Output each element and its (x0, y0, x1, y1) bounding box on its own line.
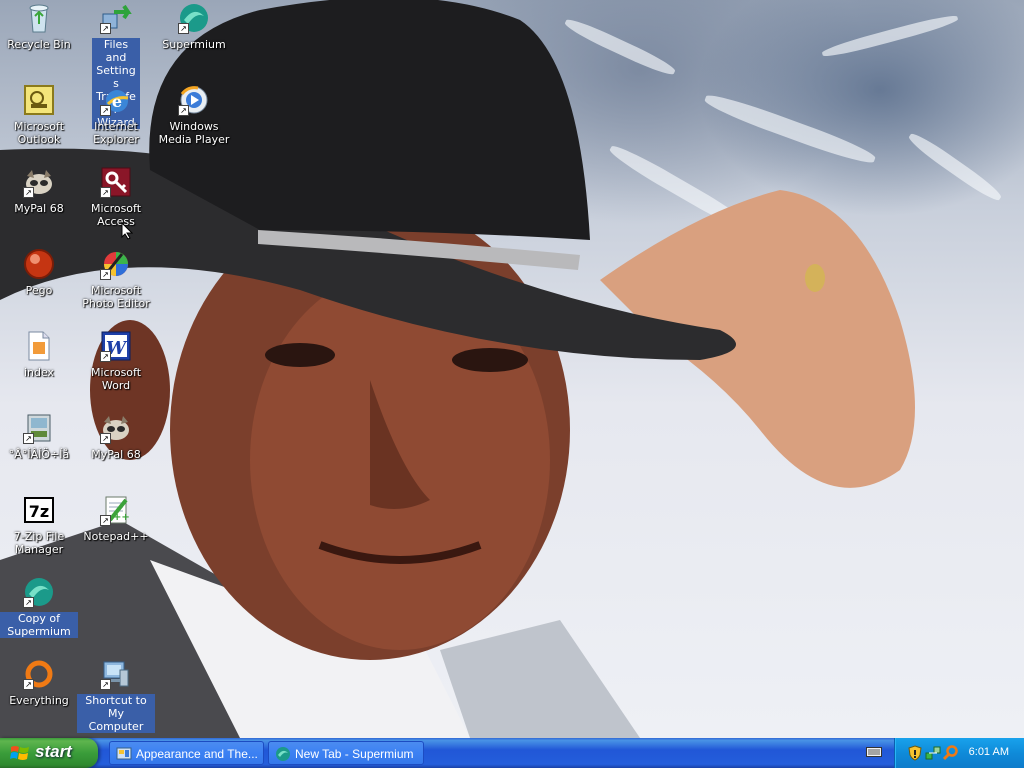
shortcut-arrow-icon: ↗ (100, 23, 111, 34)
system-tray: 6:01 AM (894, 738, 1024, 768)
outlook-icon (23, 84, 55, 116)
copy-of-supermium-shortcut[interactable]: ↗ Copy of Supermium (0, 576, 78, 638)
supermium-label: Supermium (162, 38, 226, 51)
mypal-label-2: MyPal 68 (91, 448, 141, 461)
search-icon[interactable] (943, 745, 959, 761)
security-shield-icon[interactable] (907, 745, 923, 761)
everything-search-icon: ↗ (23, 658, 55, 690)
pego-icon (23, 248, 55, 280)
shortcut-arrow-icon: ↗ (100, 515, 111, 526)
internet-explorer-icon: e ↗ (100, 84, 132, 116)
outlook-label: Microsoft Outlook (13, 120, 65, 146)
svg-text:e: e (112, 92, 122, 111)
photo-editor-label: Microsoft Photo Editor (82, 284, 150, 310)
my-computer-icon: ↗ (100, 658, 132, 690)
internet-explorer-shortcut[interactable]: e ↗ Internet Explorer (77, 84, 155, 146)
word-icon: W ↗ (100, 330, 132, 362)
svg-text:++: ++ (113, 512, 130, 523)
clock[interactable]: 6:01 AM (969, 746, 1009, 758)
supermium-icon: ↗ (23, 576, 55, 608)
supermium-icon (276, 747, 290, 761)
transfer-wizard-icon: ↗ (100, 2, 132, 34)
shortcut-arrow-icon: ↗ (23, 597, 34, 608)
shortcut-arrow-icon: ↗ (23, 187, 34, 198)
media-player-icon: ↗ (178, 84, 210, 116)
garbled-shortcut[interactable]: ↗ °Å°ÍÂÍÖ÷Íå (0, 412, 78, 461)
microsoft-word-label: Microsoft Word (90, 366, 142, 392)
7zip-label: 7-Zip File Manager (13, 530, 65, 556)
shortcut-arrow-icon: ↗ (178, 23, 189, 34)
pego-label: Pego (25, 284, 53, 297)
recycle-bin-label: Recycle Bin (7, 38, 71, 51)
pego-shortcut[interactable]: Pego (0, 248, 78, 297)
photo-editor-icon: ↗ (100, 248, 132, 280)
internet-explorer-label: Internet Explorer (93, 120, 139, 146)
mypal-label-1: MyPal 68 (14, 202, 64, 215)
supermium-shortcut[interactable]: ↗ Supermium (155, 2, 233, 51)
everything-shortcut[interactable]: ↗ Everything (0, 658, 78, 707)
mypal-shortcut-1[interactable]: ↗ MyPal 68 (0, 166, 78, 215)
shortcut-arrow-icon: ↗ (23, 433, 34, 444)
windows-media-player-shortcut[interactable]: ↗ Windows Media Player (155, 84, 233, 146)
index-label: index (23, 366, 55, 379)
windows-flag-icon (10, 746, 29, 760)
shortcut-arrow-icon: ↗ (100, 269, 111, 280)
task-new-tab-label: New Tab - Supermium (295, 747, 414, 761)
raccoon-icon: ↗ (100, 412, 132, 444)
shortcut-my-computer-label: Shortcut to My Computer (77, 694, 155, 733)
html-file-icon (23, 330, 55, 362)
mouse-pointer-icon (121, 222, 133, 240)
supermium-icon: ↗ (178, 2, 210, 34)
taskbar: start Appearance and The... New Tab - Su… (0, 738, 1024, 768)
shortcut-arrow-icon: ↗ (100, 679, 111, 690)
photo-editor-shortcut[interactable]: ↗ Microsoft Photo Editor (77, 248, 155, 310)
shortcut-arrow-icon: ↗ (178, 105, 189, 116)
app-window-icon: ↗ (23, 412, 55, 444)
control-panel-icon (116, 747, 132, 760)
svg-text:7z: 7z (29, 502, 49, 521)
task-appearance-label: Appearance and The... (136, 747, 258, 761)
windows-media-player-label: Windows Media Player (158, 120, 230, 146)
task-new-tab-supermium[interactable]: New Tab - Supermium (268, 741, 424, 765)
notepad-plus-plus-shortcut[interactable]: ++ ↗ Notepad++ (77, 494, 155, 543)
index-shortcut[interactable]: index (0, 330, 78, 379)
task-appearance-and-themes[interactable]: Appearance and The... (109, 741, 264, 765)
keyboard-icon[interactable] (866, 745, 882, 759)
garbled-label: °Å°ÍÂÍÖ÷Íå (8, 448, 70, 461)
microsoft-word-shortcut[interactable]: W ↗ Microsoft Word (77, 330, 155, 392)
everything-label: Everything (9, 694, 69, 707)
mypal-shortcut-2[interactable]: ↗ MyPal 68 (77, 412, 155, 461)
shortcut-arrow-icon: ↗ (100, 433, 111, 444)
notepad-plus-plus-label: Notepad++ (83, 530, 149, 543)
start-label: start (35, 742, 72, 761)
start-button[interactable]: start (0, 738, 98, 768)
raccoon-icon: ↗ (23, 166, 55, 198)
shortcut-arrow-icon: ↗ (100, 105, 111, 116)
recycle-bin-shortcut[interactable]: Recycle Bin (0, 2, 78, 51)
notepad-plus-plus-icon: ++ ↗ (100, 494, 132, 526)
copy-of-supermium-label: Copy of Supermium (0, 612, 78, 638)
microsoft-access-label: Microsoft Access (90, 202, 142, 228)
recycle-bin-icon (23, 2, 55, 34)
shortcut-arrow-icon: ↗ (23, 679, 34, 690)
access-key-icon: ↗ (100, 166, 132, 198)
network-icon[interactable] (925, 745, 941, 761)
shortcut-arrow-icon: ↗ (100, 351, 111, 362)
shortcut-arrow-icon: ↗ (100, 187, 111, 198)
outlook-shortcut[interactable]: Microsoft Outlook (0, 84, 78, 146)
7zip-icon: 7z (23, 494, 55, 526)
7zip-shortcut[interactable]: 7z 7-Zip File Manager (0, 494, 78, 556)
shortcut-my-computer[interactable]: ↗ Shortcut to My Computer (77, 658, 155, 733)
microsoft-access-shortcut[interactable]: ↗ Microsoft Access (77, 166, 155, 228)
